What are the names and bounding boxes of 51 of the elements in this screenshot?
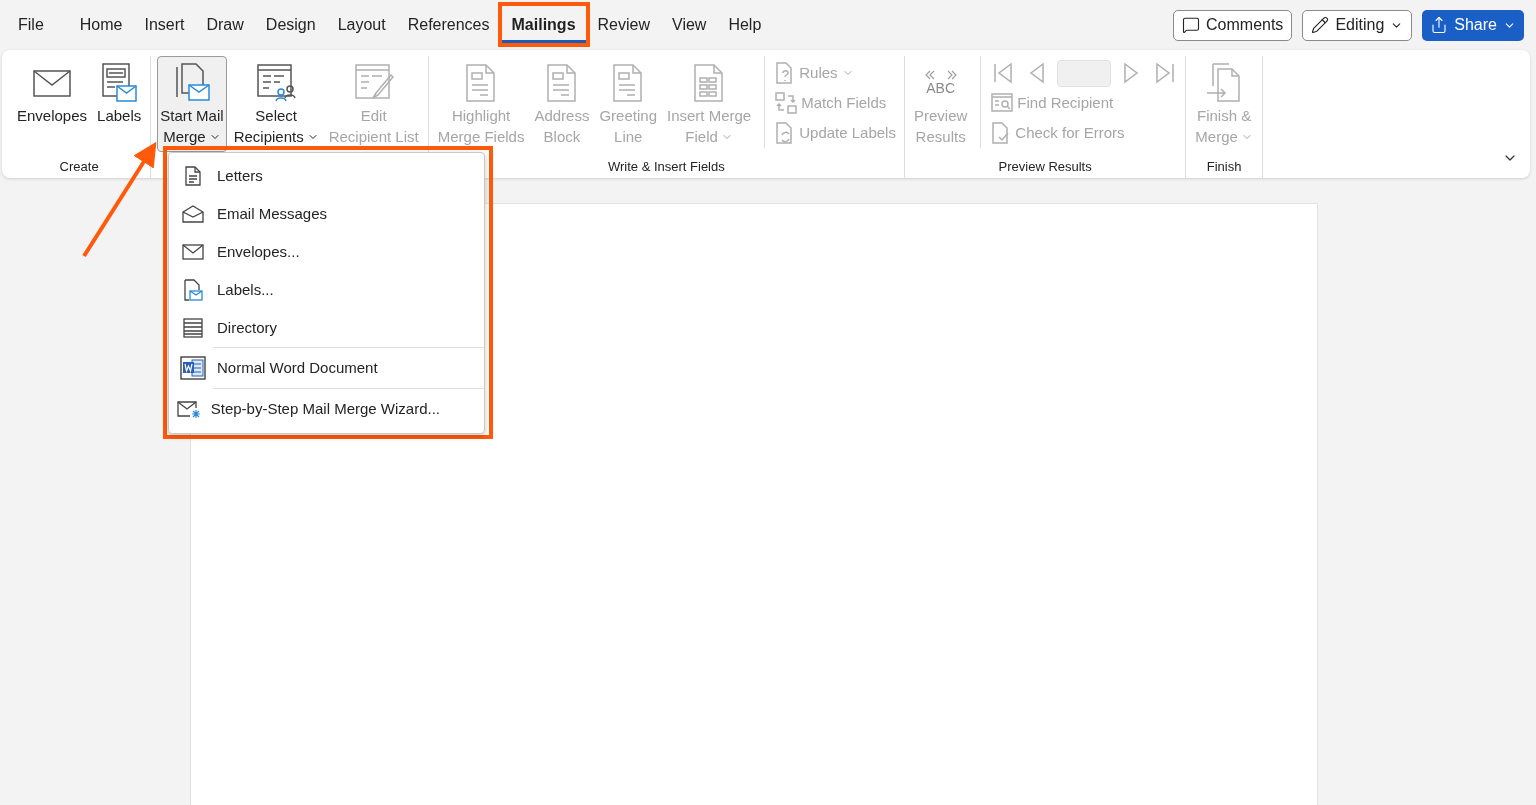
menu-item[interactable]: Step-by-Step Mail Merge Wizard... — [169, 389, 440, 429]
menu-item[interactable]: Email Messages — [169, 195, 484, 233]
double-chevrons-icon — [923, 70, 958, 80]
abc-label: ABC — [926, 80, 955, 96]
word-document-icon — [180, 356, 206, 380]
document-field-icon — [465, 63, 498, 103]
labels-icon — [101, 63, 138, 103]
ribbon-button[interactable]: Select Recipients — [230, 56, 322, 152]
ribbon-button[interactable]: Envelopes — [14, 56, 91, 152]
ribbon-button[interactable]: Start Mail Merge — [157, 56, 227, 152]
editing-button[interactable]: Editing — [1302, 9, 1413, 41]
ribbon-tab[interactable]: Draw — [196, 7, 254, 43]
menu-item[interactable]: Normal Word Document — [169, 348, 440, 388]
group-label: Write & Insert Fields — [607, 158, 725, 177]
ribbon-tab[interactable]: Insert — [134, 7, 195, 43]
ribbon-tab[interactable]: Home — [69, 7, 133, 43]
document-check-icon — [991, 122, 1012, 144]
share-button[interactable]: Share — [1422, 9, 1524, 41]
share-icon — [1430, 16, 1449, 34]
comments-button[interactable]: Comments — [1173, 9, 1293, 41]
ribbon-tab[interactable]: Layout — [327, 7, 396, 43]
list-icon — [183, 318, 203, 338]
group-label: Finish — [1206, 158, 1242, 177]
menu-item[interactable]: Letters — [169, 157, 484, 195]
document-mail-icon — [183, 279, 203, 301]
swap-fields-icon — [775, 92, 798, 114]
document-icon — [184, 166, 202, 186]
group-label: Create — [59, 158, 99, 177]
group-label: Preview Results — [998, 158, 1092, 177]
editing-icon — [1311, 16, 1330, 34]
envelope-sparkle-icon — [176, 399, 203, 419]
envelope-icon — [33, 68, 72, 98]
ribbon-tab[interactable]: Design — [255, 7, 326, 43]
list-person-icon — [256, 63, 297, 103]
menu-item[interactable]: Envelopes... — [169, 233, 484, 271]
ribbon-tab[interactable]: File — [8, 7, 54, 43]
ribbon-tab[interactable]: Mailings — [501, 7, 586, 43]
ribbon-tab[interactable]: References — [397, 7, 500, 43]
envelope-icon — [182, 244, 204, 260]
menu-item[interactable]: Directory — [169, 309, 484, 347]
document-field-icon — [612, 63, 645, 103]
document-field-icon — [545, 63, 578, 103]
open-envelope-icon — [182, 205, 204, 223]
ribbon-tab[interactable]: Help — [718, 7, 772, 43]
menu-item[interactable]: Labels... — [169, 271, 484, 309]
ribbon-tab[interactable]: View — [662, 7, 717, 43]
ribbon-tab[interactable]: Review — [587, 7, 660, 43]
ribbon-button[interactable]: Labels — [94, 56, 145, 152]
comments-icon — [1182, 16, 1200, 34]
document-grid-icon — [693, 63, 726, 103]
find-list-icon — [991, 93, 1014, 113]
